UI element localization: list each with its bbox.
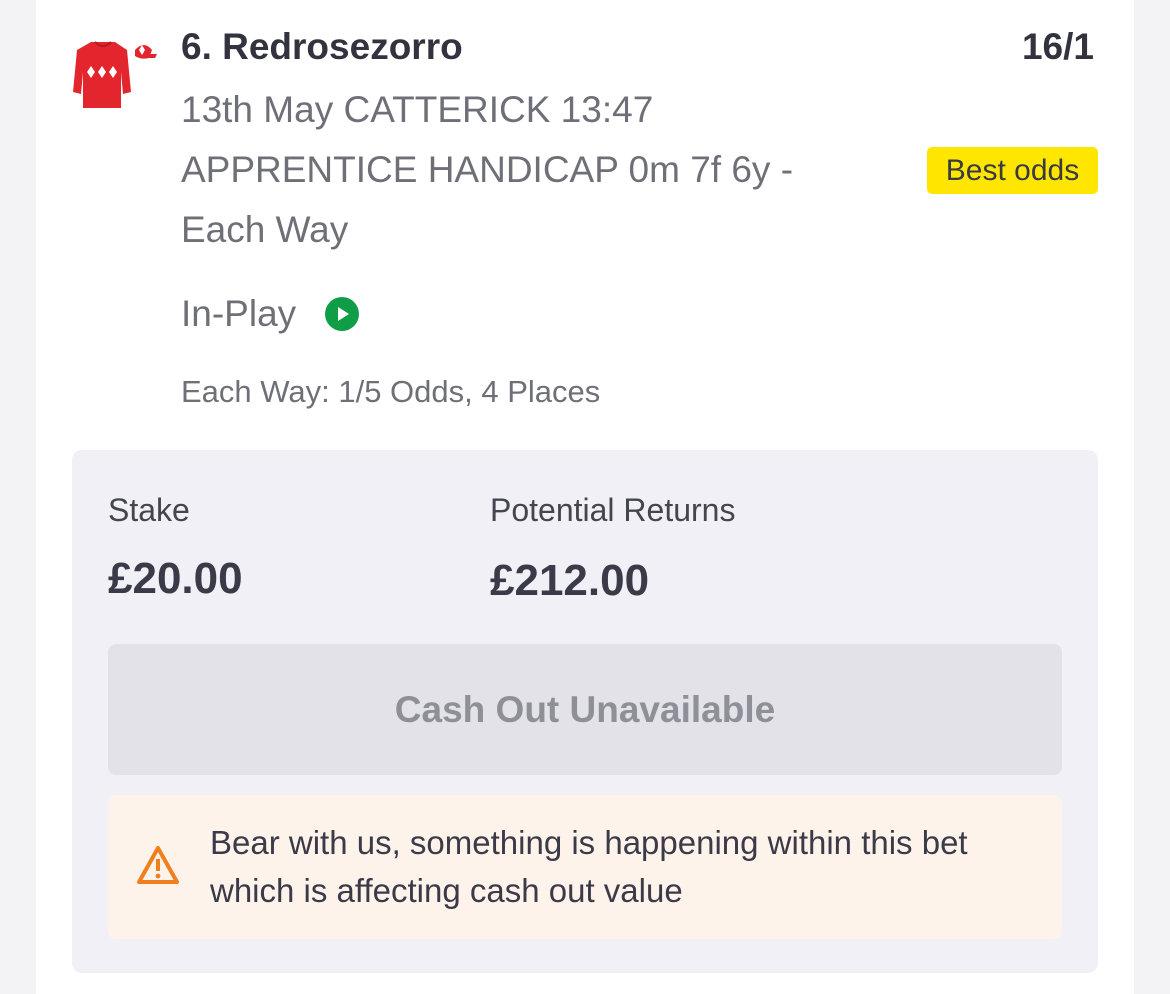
cash-out-button[interactable]: Cash Out Unavailable [108,644,1062,775]
potential-returns-value: £212.00 [490,556,650,605]
play-circle-icon [324,296,360,332]
odds-price: 16/1 [1021,26,1094,67]
bet-card: 6. Redrosezorro 16/1 13th May CATTERICK … [36,0,1134,994]
potential-returns-label: Potential Returns [490,492,736,528]
each-way-terms: Each Way: 1/5 Odds, 4 Places [181,374,601,409]
stake-label: Stake [108,492,190,528]
warning-message: Bear with us, something is happening wit… [210,824,968,909]
inplay-label: In-Play [181,293,297,334]
race-info: 13th May CATTERICK 13:47 APPRENTICE HAND… [181,89,794,250]
runner-name: 6. Redrosezorro [181,26,463,67]
jockey-silks-icon [69,36,161,116]
inplay-status: In-Play [181,286,360,342]
bet-summary-panel: Stake Potential Returns £20.00 £212.00 C… [72,450,1098,973]
warning-triangle-icon [136,845,180,885]
best-odds-badge: Best odds [927,147,1098,194]
cash-out-warning: Bear with us, something is happening wit… [108,795,1062,939]
stake-value: £20.00 [108,554,243,603]
